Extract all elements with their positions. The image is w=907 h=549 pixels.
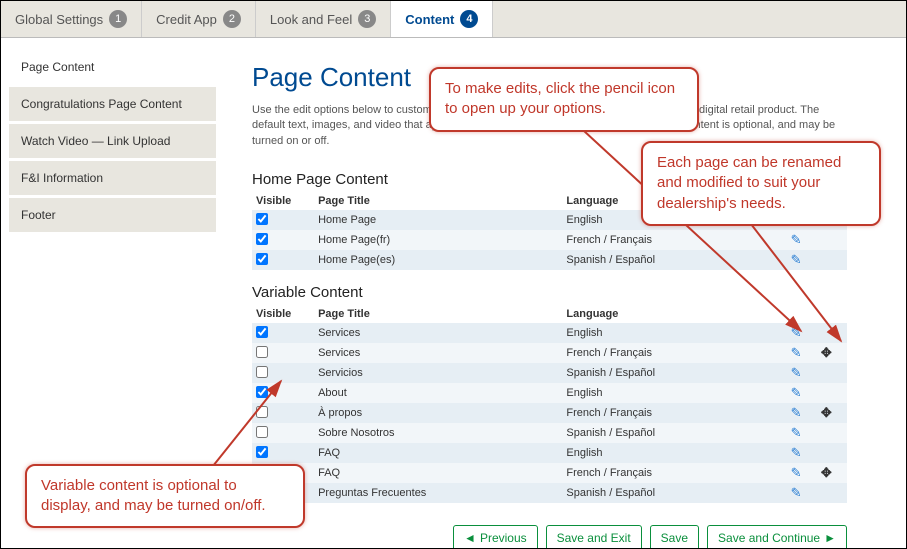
cell-title: Home Page — [314, 210, 562, 230]
move-icon[interactable]: ✥ — [821, 405, 832, 420]
cell-language: French / Français — [562, 403, 743, 423]
visible-checkbox[interactable] — [256, 326, 268, 338]
table-row: Home Page(fr) French / Français ✎ — [252, 230, 847, 250]
sidebar-item-footer[interactable]: Footer — [9, 198, 216, 232]
table-row: Servicios Spanish / Español ✎ — [252, 363, 847, 383]
cell-language: Spanish / Español — [562, 250, 743, 270]
sidebar-item-page-content[interactable]: Page Content — [9, 50, 216, 84]
callout-rename: Each page can be renamed and modified to… — [641, 141, 881, 226]
pencil-icon[interactable]: ✎ — [791, 345, 802, 360]
pencil-icon[interactable]: ✎ — [791, 325, 802, 340]
pencil-icon[interactable]: ✎ — [791, 445, 802, 460]
move-icon[interactable]: ✥ — [821, 465, 832, 480]
cell-title: Preguntas Frecuentes — [314, 483, 562, 503]
cell-language: French / Français — [562, 463, 743, 483]
table-row: About English ✎ — [252, 383, 847, 403]
pencil-icon[interactable]: ✎ — [791, 385, 802, 400]
callout-pencil: To make edits, click the pencil icon to … — [429, 67, 699, 132]
cell-title: À propos — [314, 403, 562, 423]
save-button[interactable]: Save — [650, 525, 699, 549]
table-row: À propos French / Français ✎ ✥ — [252, 403, 847, 423]
tab-bar: Global Settings1 Credit App2 Look and Fe… — [1, 1, 906, 38]
cell-language: English — [562, 383, 743, 403]
arrow-left-icon: ◄ — [464, 531, 476, 545]
tab-number-icon: 2 — [223, 10, 241, 28]
tab-look-and-feel[interactable]: Look and Feel3 — [256, 1, 391, 37]
visible-checkbox[interactable] — [256, 253, 268, 265]
callout-variable: Variable content is optional to display,… — [25, 464, 305, 529]
cell-language: French / Français — [562, 343, 743, 363]
section-heading-variable: Variable Content — [252, 284, 878, 301]
cell-language: English — [562, 323, 743, 343]
table-row: FAQ English ✎ — [252, 443, 847, 463]
cell-title: Services — [314, 323, 562, 343]
cell-language: Spanish / Español — [562, 363, 743, 383]
col-language: Language — [562, 305, 743, 323]
save-and-exit-button[interactable]: Save and Exit — [546, 525, 642, 549]
visible-checkbox[interactable] — [256, 366, 268, 378]
cell-language: French / Français — [562, 230, 743, 250]
save-and-continue-button[interactable]: Save and Continue► — [707, 525, 847, 549]
visible-checkbox[interactable] — [256, 213, 268, 225]
col-title: Page Title — [314, 192, 562, 210]
cell-language: English — [562, 443, 743, 463]
tab-credit-app[interactable]: Credit App2 — [142, 1, 256, 37]
visible-checkbox[interactable] — [256, 426, 268, 438]
cell-title: FAQ — [314, 443, 562, 463]
cell-title: Services — [314, 343, 562, 363]
cell-language: Spanish / Español — [562, 423, 743, 443]
cell-title: Sobre Nosotros — [314, 423, 562, 443]
tab-number-icon: 4 — [460, 10, 478, 28]
cell-title: Servicios — [314, 363, 562, 383]
tab-number-icon: 3 — [358, 10, 376, 28]
pencil-icon[interactable]: ✎ — [791, 465, 802, 480]
col-visible: Visible — [252, 192, 314, 210]
table-row: Services English ✎ — [252, 323, 847, 343]
visible-checkbox[interactable] — [256, 446, 268, 458]
table-row: Preguntas Frecuentes Spanish / Español ✎ — [252, 483, 847, 503]
cell-title: FAQ — [314, 463, 562, 483]
sidebar-item-watch-video[interactable]: Watch Video — Link Upload — [9, 124, 216, 158]
table-row: Home Page(es) Spanish / Español ✎ — [252, 250, 847, 270]
move-icon[interactable]: ✥ — [821, 345, 832, 360]
pencil-icon[interactable]: ✎ — [791, 485, 802, 500]
pencil-icon[interactable]: ✎ — [791, 425, 802, 440]
cell-title: About — [314, 383, 562, 403]
col-visible: Visible — [252, 305, 314, 323]
tab-global-settings[interactable]: Global Settings1 — [1, 1, 142, 37]
previous-button[interactable]: ◄Previous — [453, 525, 538, 549]
pencil-icon[interactable]: ✎ — [791, 405, 802, 420]
col-title: Page Title — [314, 305, 562, 323]
visible-checkbox[interactable] — [256, 233, 268, 245]
visible-checkbox[interactable] — [256, 386, 268, 398]
table-row: Sobre Nosotros Spanish / Español ✎ — [252, 423, 847, 443]
pencil-icon[interactable]: ✎ — [791, 365, 802, 380]
tab-number-icon: 1 — [109, 10, 127, 28]
table-row: Services French / Français ✎ ✥ — [252, 343, 847, 363]
arrow-right-icon: ► — [824, 531, 836, 545]
sidebar-item-fni[interactable]: F&I Information — [9, 161, 216, 195]
sidebar-item-congratulations[interactable]: Congratulations Page Content — [9, 87, 216, 121]
visible-checkbox[interactable] — [256, 406, 268, 418]
cell-language: Spanish / Español — [562, 483, 743, 503]
variable-content-table: Visible Page Title Language Services Eng… — [252, 305, 847, 503]
tab-content[interactable]: Content4 — [391, 1, 493, 37]
visible-checkbox[interactable] — [256, 346, 268, 358]
table-row: FAQ French / Français ✎ ✥ — [252, 463, 847, 483]
cell-title: Home Page(es) — [314, 250, 562, 270]
cell-title: Home Page(fr) — [314, 230, 562, 250]
pencil-icon[interactable]: ✎ — [791, 252, 802, 267]
pencil-icon[interactable]: ✎ — [791, 232, 802, 247]
